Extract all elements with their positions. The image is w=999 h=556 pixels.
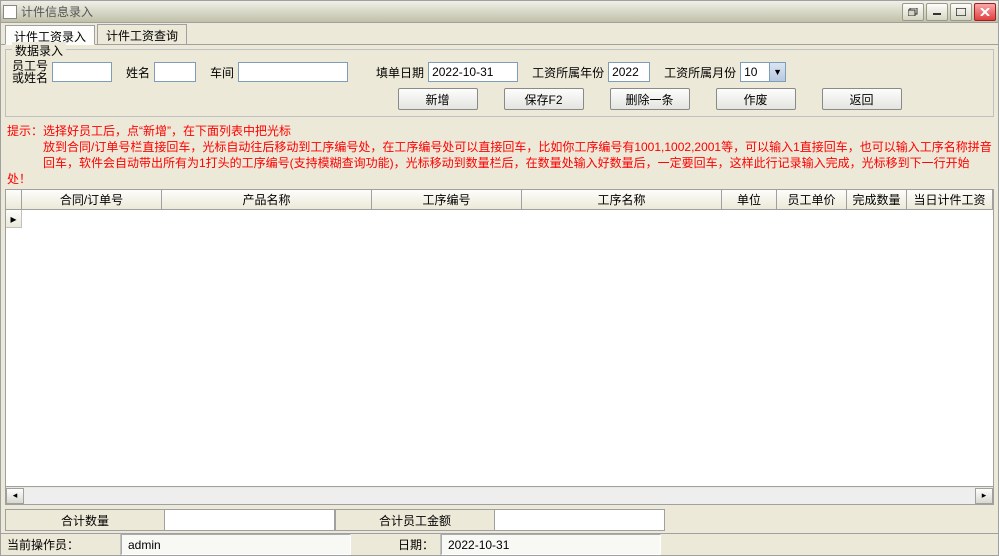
emp-id-input[interactable] — [52, 62, 112, 82]
maximize-icon — [956, 8, 966, 16]
back-button[interactable]: 返回 — [822, 88, 902, 110]
col-price[interactable]: 员工单价 — [777, 190, 847, 209]
table-header: 合同/订单号 产品名称 工序编号 工序名称 单位 员工单价 完成数量 当日计件工… — [6, 190, 993, 210]
total-amount-value — [495, 509, 665, 531]
year-label: 工资所属年份 — [532, 64, 604, 81]
scroll-left-button[interactable]: ◂ — [6, 488, 24, 504]
month-label: 工资所属月份 — [664, 64, 736, 81]
row-selector-header — [6, 190, 22, 209]
operator-label: 当前操作员： — [1, 534, 121, 555]
chevron-down-icon: ▼ — [769, 63, 785, 81]
horizontal-scrollbar[interactable]: ◂ ▸ — [6, 486, 993, 504]
col-proc-name[interactable]: 工序名称 — [522, 190, 722, 209]
restore-icon — [908, 8, 918, 16]
col-wage[interactable]: 当日计件工资 — [907, 190, 993, 209]
restore-down-button[interactable] — [902, 3, 924, 21]
workshop-label: 车间 — [210, 64, 234, 81]
status-date-label: 日期： — [351, 534, 441, 555]
window-title: 计件信息录入 — [21, 3, 902, 20]
minimize-icon — [932, 8, 942, 16]
operator-value: admin — [121, 534, 351, 555]
total-qty-label: 合计数量 — [5, 509, 165, 531]
current-row-marker: ▸ — [6, 210, 22, 228]
maximize-button[interactable] — [950, 3, 972, 21]
emp-id-label: 员工号 或姓名 — [12, 60, 48, 84]
name-input[interactable] — [154, 62, 196, 82]
window: 计件信息录入 计件工资录入 计件工资查询 数据录入 员工号 或姓名 姓名 车间 — [0, 0, 999, 556]
app-icon — [3, 5, 17, 19]
total-amount-label: 合计员工金额 — [335, 509, 495, 531]
year-input[interactable] — [608, 62, 650, 82]
table-body[interactable]: ▸ — [6, 210, 993, 486]
tab-bar: 计件工资录入 计件工资查询 — [1, 23, 998, 45]
workshop-input[interactable] — [238, 62, 348, 82]
group-title: 数据录入 — [12, 42, 66, 59]
minimize-button[interactable] — [926, 3, 948, 21]
close-icon — [980, 8, 990, 16]
void-button[interactable]: 作废 — [716, 88, 796, 110]
hint-text: 提示：选择好员工后，点“新增”，在下面列表中把光标 放到合同/订单号栏直接回车，… — [7, 123, 992, 187]
date-label: 填单日期 — [376, 64, 424, 81]
entry-group: 数据录入 员工号 或姓名 姓名 车间 填单日期 工资所属年份 工资所属月份 10 — [5, 49, 994, 117]
month-select[interactable]: 10 ▼ — [740, 62, 786, 82]
col-order-no[interactable]: 合同/订单号 — [22, 190, 162, 209]
status-date-value: 2022-10-31 — [441, 534, 661, 555]
col-proc-no[interactable]: 工序编号 — [372, 190, 522, 209]
status-filler — [661, 534, 998, 555]
delete-button[interactable]: 删除一条 — [610, 88, 690, 110]
date-input[interactable] — [428, 62, 518, 82]
name-label: 姓名 — [126, 64, 150, 81]
col-qty[interactable]: 完成数量 — [847, 190, 907, 209]
col-product[interactable]: 产品名称 — [162, 190, 372, 209]
data-grid[interactable]: 合同/订单号 产品名称 工序编号 工序名称 单位 员工单价 完成数量 当日计件工… — [5, 189, 994, 505]
col-unit[interactable]: 单位 — [722, 190, 777, 209]
tab-query[interactable]: 计件工资查询 — [97, 24, 187, 44]
scroll-track[interactable] — [24, 488, 975, 504]
titlebar: 计件信息录入 — [1, 1, 998, 23]
total-qty-value — [165, 509, 335, 531]
close-button[interactable] — [974, 3, 996, 21]
status-bar: 当前操作员： admin 日期： 2022-10-31 — [1, 533, 998, 555]
summary-bar: 合计数量 合计员工金额 — [5, 509, 994, 531]
add-button[interactable]: 新增 — [398, 88, 478, 110]
scroll-right-button[interactable]: ▸ — [975, 488, 993, 504]
save-button[interactable]: 保存F2 — [504, 88, 584, 110]
